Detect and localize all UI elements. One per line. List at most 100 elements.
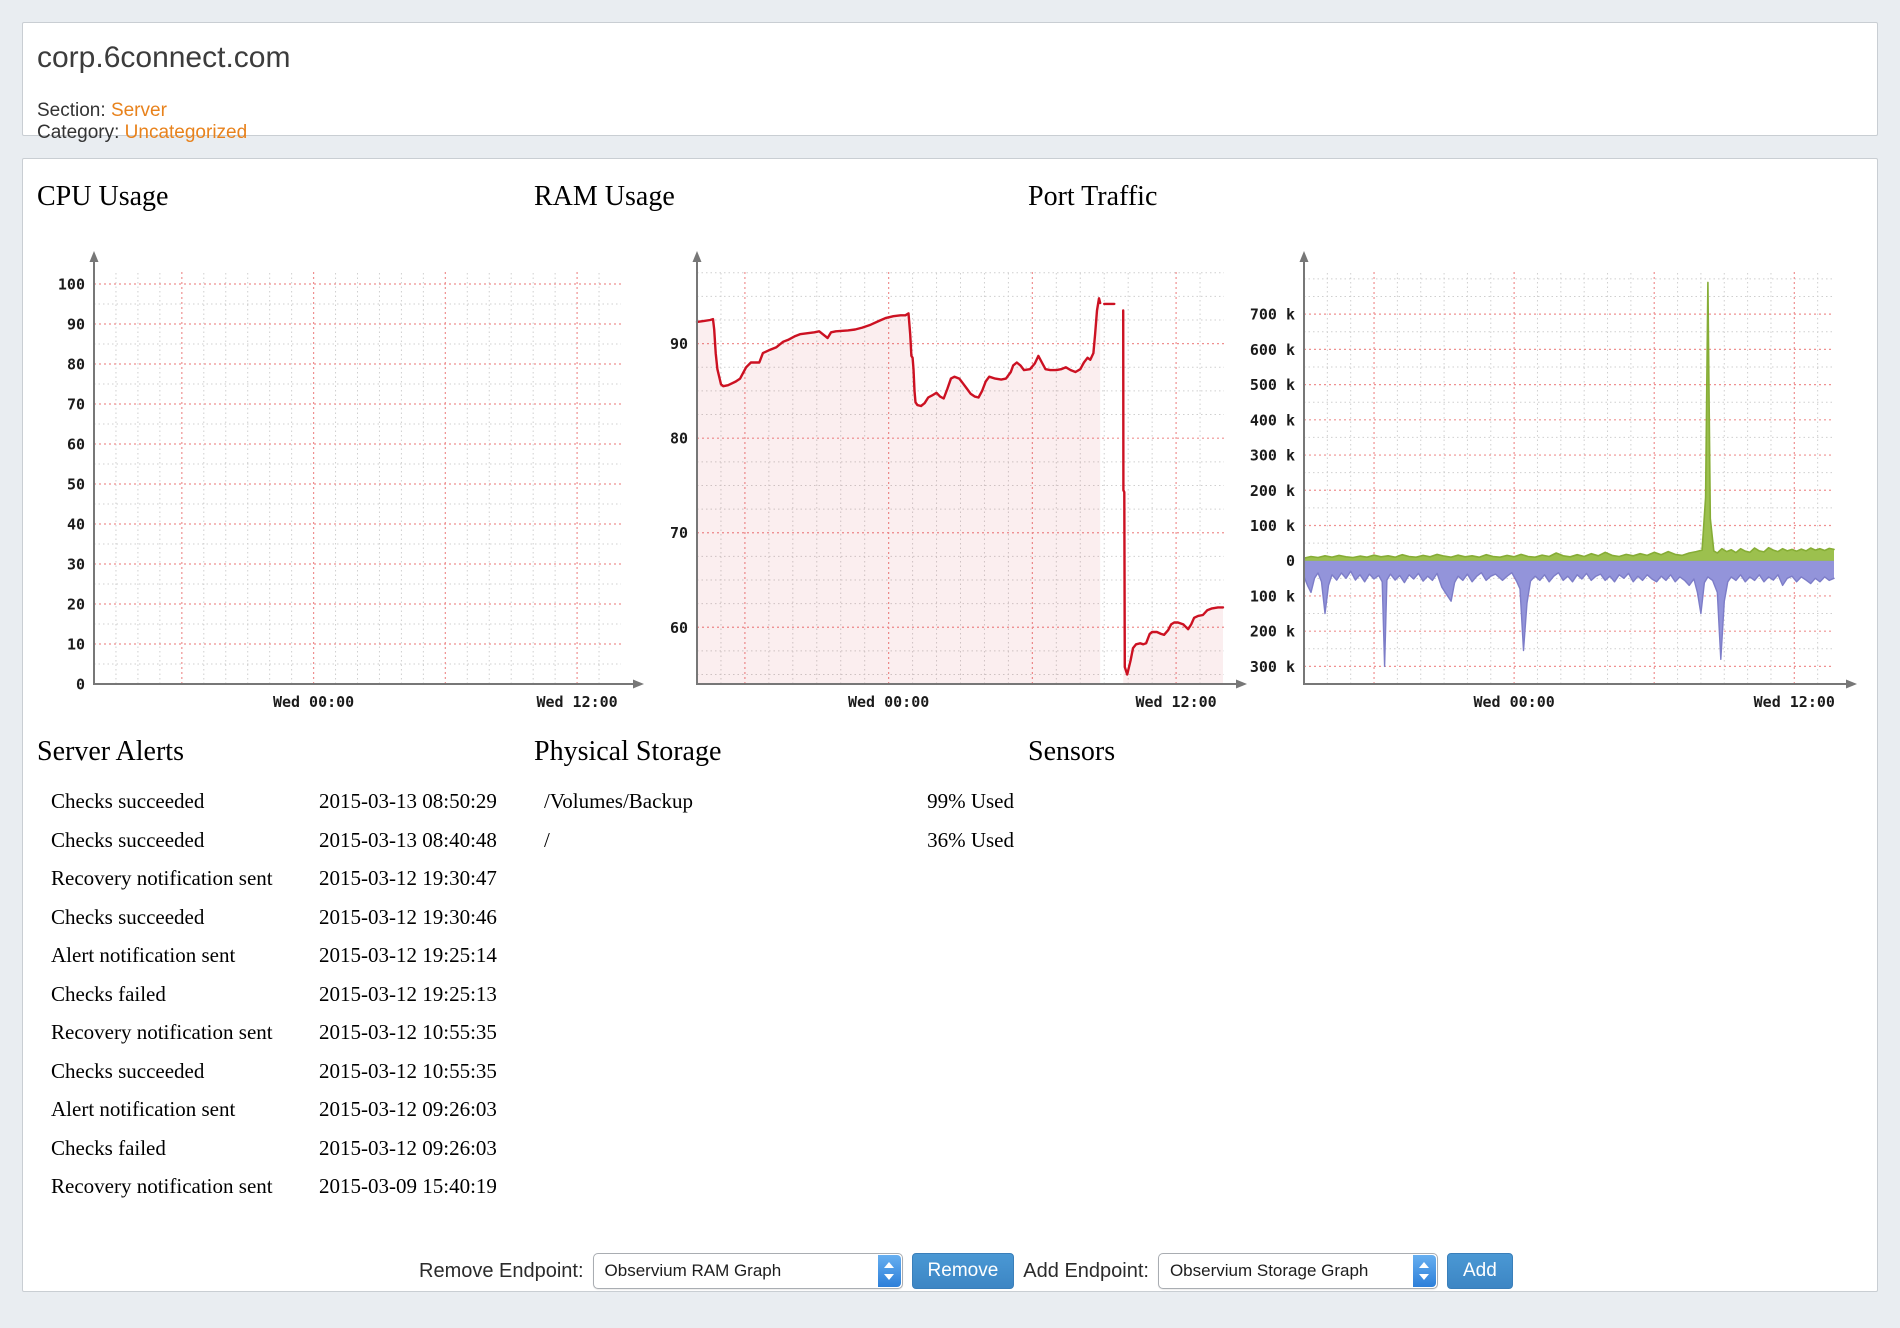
alert-label: Alert notification sent [51,1097,235,1122]
alert-timestamp: 2015-03-12 10:55:35 [319,1059,497,1084]
svg-text:300 k: 300 k [1250,658,1295,676]
alert-label: Checks failed [51,982,166,1007]
add-endpoint-label: Add Endpoint: [1023,1260,1149,1283]
alert-row: Recovery notification sent 2015-03-09 15:… [51,1174,537,1206]
alert-timestamp: 2015-03-12 19:25:14 [319,943,497,968]
add-endpoint-select[interactable]: Observium Storage Graph [1158,1253,1438,1289]
alert-label: Checks failed [51,1136,166,1161]
sensors-heading: Sensors [1028,736,1115,768]
alert-label: Checks succeeded [51,828,204,853]
host-title: corp.6connect.com [37,41,290,75]
section-label: Section: [37,100,106,121]
alert-row: Checks succeeded 2015-03-13 08:50:29 [51,789,537,821]
section-value-link[interactable]: Server [111,100,167,121]
svg-text:60: 60 [670,619,688,637]
svg-text:80: 80 [67,356,85,374]
alert-label: Recovery notification sent [51,1174,273,1199]
storage-path: / [544,828,550,853]
svg-text:300 k: 300 k [1250,447,1295,465]
alert-label: Alert notification sent [51,943,235,968]
chevron-down-icon [1419,1274,1429,1280]
alert-timestamp: 2015-03-12 09:26:03 [319,1136,497,1161]
category-value-link[interactable]: Uncategorized [125,122,248,143]
svg-text:90: 90 [67,316,85,334]
alert-label: Checks succeeded [51,789,204,814]
dashboard-card: CPU Usage RAM Usage Port Traffic 0102030… [22,158,1878,1292]
physical-storage-list: /Volumes/Backup 99% Used / 36% Used [544,789,1014,879]
endpoint-controls: Remove Endpoint: Observium RAM Graph Rem… [419,1252,1513,1290]
alert-row: Recovery notification sent 2015-03-12 10:… [51,1020,537,1052]
alert-label: Checks succeeded [51,1059,204,1084]
svg-text:500 k: 500 k [1250,376,1295,394]
remove-endpoint-button[interactable]: Remove [912,1253,1015,1289]
svg-text:80: 80 [670,430,688,448]
alert-label: Recovery notification sent [51,866,273,891]
server-alerts-list: Checks succeeded2015-03-13 08:50:29Check… [51,789,537,1229]
alert-timestamp: 2015-03-09 15:40:19 [319,1174,497,1199]
host-header-card: corp.6connect.com Section: Server Catego… [22,22,1878,136]
svg-text:Wed 12:00: Wed 12:00 [1135,693,1216,711]
alert-row: Alert notification sent 2015-03-12 19:25:… [51,943,537,975]
svg-text:Wed 00:00: Wed 00:00 [848,693,929,711]
svg-text:90: 90 [670,335,688,353]
alert-timestamp: 2015-03-13 08:50:29 [319,789,497,814]
svg-text:Wed 12:00: Wed 12:00 [536,693,617,711]
svg-text:Wed 12:00: Wed 12:00 [1754,693,1835,711]
select-stepper-icon [1413,1255,1436,1287]
svg-text:0: 0 [1286,552,1295,570]
svg-text:70: 70 [670,524,688,542]
ram-usage-chart: 60 70 80 90 Wed 00:00 Wed 12:00 [641,246,1251,726]
svg-text:100 k: 100 k [1250,517,1295,535]
svg-text:100: 100 [58,276,85,294]
svg-text:200 k: 200 k [1250,482,1295,500]
svg-text:600 k: 600 k [1250,341,1295,359]
svg-text:700 k: 700 k [1250,306,1295,324]
server-alerts-heading: Server Alerts [37,736,184,768]
alert-row: Checks succeeded 2015-03-12 10:55:35 [51,1059,537,1091]
svg-text:400 k: 400 k [1250,411,1295,429]
storage-used-percent: 99% Used [927,789,1014,814]
remove-endpoint-select[interactable]: Observium RAM Graph [593,1253,903,1289]
ram-usage-title: RAM Usage [534,181,675,213]
cpu-usage-title: CPU Usage [37,181,168,213]
svg-text:200 k: 200 k [1250,623,1295,641]
storage-path: /Volumes/Backup [544,789,693,814]
chevron-up-icon [1419,1262,1429,1268]
alert-row: Checks succeeded2015-03-12 19:30:46 [51,905,537,937]
svg-text:10: 10 [67,636,85,654]
alert-timestamp: 2015-03-12 19:25:13 [319,982,497,1007]
alert-row: Checks failed 2015-03-12 19:25:13 [51,982,537,1014]
chevron-down-icon [884,1274,894,1280]
alert-row: Recovery notification sent 2015-03-12 19:… [51,866,537,898]
storage-used-percent: 36% Used [927,828,1014,853]
alert-timestamp: 2015-03-12 19:30:46 [319,905,497,930]
svg-text:30: 30 [67,556,85,574]
svg-text:0: 0 [76,676,85,694]
svg-text:40: 40 [67,516,85,534]
chevron-up-icon [884,1262,894,1268]
physical-storage-heading: Physical Storage [534,736,721,768]
port-traffic-title: Port Traffic [1028,181,1157,213]
storage-row: / 36% Used [544,828,1014,860]
alert-label: Recovery notification sent [51,1020,273,1045]
cpu-usage-chart: 0102030405060708090100Wed 00:00Wed 12:00 [29,246,646,726]
page: { "header": { "title": "corp.6connect.co… [0,0,1900,1328]
svg-text:60: 60 [67,436,85,454]
svg-text:Wed 00:00: Wed 00:00 [1473,693,1554,711]
storage-row: /Volumes/Backup 99% Used [544,789,1014,821]
svg-text:100 k: 100 k [1250,587,1295,605]
category-label: Category: [37,122,119,143]
alert-timestamp: 2015-03-12 19:30:47 [319,866,497,891]
alert-timestamp: 2015-03-12 09:26:03 [319,1097,497,1122]
port-traffic-chart: 700 k 600 k 500 k 400 k 300 k 200 k 100 k 0 100 … [1241,246,1859,726]
add-endpoint-button[interactable]: Add [1447,1253,1513,1289]
alert-timestamp: 2015-03-13 08:40:48 [319,828,497,853]
alert-row: Checks failed 2015-03-12 09:26:03 [51,1136,537,1168]
remove-endpoint-label: Remove Endpoint: [419,1260,584,1283]
section-line: Section: Server [37,100,167,122]
svg-text:Wed 00:00: Wed 00:00 [273,693,354,711]
category-line: Category: Uncategorized [37,122,247,144]
alert-timestamp: 2015-03-12 10:55:35 [319,1020,497,1045]
select-stepper-icon [878,1255,901,1287]
alert-row: Alert notification sent 2015-03-12 09:26:… [51,1097,537,1129]
